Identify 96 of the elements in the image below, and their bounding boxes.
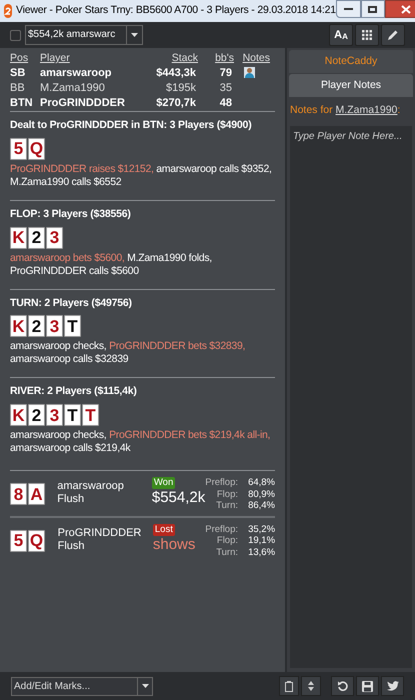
playing-card: K (10, 226, 27, 248)
hand-select[interactable]: $554,2k amarswarc (25, 25, 143, 45)
street-heading: TURN: 2 Players ($49756) (10, 296, 133, 310)
sort-button[interactable] (301, 676, 321, 696)
grid-button[interactable] (355, 24, 379, 46)
checkbox[interactable] (10, 30, 21, 40)
table-cell: M.Zama1990 (40, 82, 105, 94)
table-cell: BTN (10, 97, 33, 109)
playing-card: 2 (28, 315, 45, 338)
column-header[interactable]: Pos (10, 52, 28, 64)
refresh-button[interactable] (331, 676, 354, 696)
playing-card: Q (28, 530, 45, 552)
street-heading: FLOP: 3 Players ($38556) (10, 206, 132, 222)
notes-label: Notes for (290, 104, 333, 116)
playing-card: T (82, 404, 99, 426)
playing-card: Q (28, 138, 45, 160)
result-badge: Won (152, 477, 176, 489)
table-cell: $443,3k (156, 67, 196, 79)
amount: $554,2k (152, 489, 206, 507)
close-button[interactable] (384, 0, 415, 18)
table-cell: 48 (220, 97, 232, 109)
app-logo-icon (4, 4, 12, 18)
column-header[interactable]: Stack (172, 52, 198, 64)
pencil-button[interactable] (381, 24, 405, 46)
table-cell: $270,7k (156, 97, 196, 109)
panel-tab[interactable]: NoteCaddy (289, 50, 413, 73)
playing-card: K (10, 315, 27, 338)
save-icon (362, 680, 373, 692)
column-header[interactable]: Notes (242, 52, 270, 64)
amount: shows (152, 536, 196, 554)
action-text: amarswaroop bets $5600, M.Zama1990 folds, ProGRINDDDER calls $5600 (10, 252, 213, 278)
street-heading: RIVER: 2 Players ($115,4k) (10, 384, 138, 400)
playing-card: 5 (10, 530, 27, 552)
playing-card: 2 (28, 404, 45, 426)
column-header[interactable]: bb's (215, 52, 234, 64)
hand-name: Flush (57, 493, 86, 506)
equity-value: 86,4% (247, 500, 275, 512)
playing-card: A (28, 483, 45, 505)
up-down-arrows-icon (308, 681, 314, 691)
column-header[interactable]: Player (40, 52, 70, 64)
equity-value: 80,9% (247, 488, 275, 500)
panel-tab[interactable]: Player Notes (289, 74, 413, 97)
action-text: amarswaroop checks, ProGRINDDDER bets $32839, amarswaroop calls $32839 (10, 340, 246, 366)
street-label: Turn: (215, 546, 240, 558)
playing-card: 3 (46, 404, 63, 426)
grid-icon (362, 30, 372, 40)
playing-card: 8 (10, 483, 27, 505)
bird-icon (386, 681, 398, 691)
close-icon (400, 4, 411, 14)
pencil-icon (387, 29, 399, 41)
table-cell: ProGRINDDDER (40, 97, 125, 109)
table-cell: 35 (220, 82, 232, 94)
table-cell: amarswaroop (40, 67, 112, 79)
window-title: Viewer - Poker Stars Trny: BB5600 A700 - 3 Players - 29.03.2018 14:21 (16, 3, 336, 18)
action-text: amarswaroop checks, ProGRINDDDER bets $219,4k all-in, amarswaroop calls $219,4k (10, 429, 272, 455)
playing-card: 5 (10, 138, 27, 160)
equity-value: 13,6% (247, 546, 276, 558)
street-label: Preflop: (205, 524, 240, 535)
note-field[interactable]: Type Player Note Here... (290, 126, 412, 668)
equity-value: 64,8% (247, 477, 275, 488)
caret-icon (131, 33, 138, 37)
save-button[interactable] (356, 676, 379, 696)
clipboard-button[interactable] (279, 676, 299, 696)
table-cell: 79 (220, 67, 232, 79)
minimize-button[interactable] (336, 0, 361, 18)
street-label: Flop: (216, 488, 239, 500)
maximize-button[interactable] (360, 0, 385, 18)
playing-card: 3 (46, 226, 63, 248)
result-badge: Lost (152, 524, 175, 536)
bird-button[interactable] (381, 676, 404, 696)
playing-card: 3 (46, 315, 63, 338)
street-label: Turn: (215, 500, 239, 512)
action-text: ProGRINDDDER raises $12152, amarswaroop calls $9352, M.Zama1990 calls $6552 (10, 162, 273, 189)
player-link[interactable]: M.Zama1990 (336, 104, 398, 116)
equity-value: 19,1% (247, 535, 276, 546)
street-label: Preflop: (205, 477, 239, 488)
caret-icon (142, 684, 148, 688)
hand-name: Flush (58, 540, 86, 552)
street-heading: Dealt to ProGRINDDDER in BTN: 3 Players ($4900) (10, 118, 252, 133)
marks-select[interactable]: Add/Edit Marks... (11, 676, 153, 696)
table-cell: $195k (166, 82, 196, 94)
street-label: Flop: (216, 535, 240, 546)
equity-value: 35,2% (247, 524, 276, 535)
clipboard-icon (285, 680, 293, 692)
playing-card: K (10, 404, 27, 426)
table-cell: SB (10, 67, 26, 79)
note-person-icon[interactable] (244, 67, 255, 78)
font-size-button[interactable]: AA (329, 24, 353, 46)
refresh-icon (337, 680, 348, 692)
playing-card: T (64, 315, 81, 338)
player-name: ProGRINDDDER (58, 526, 142, 540)
table-cell: BB (10, 82, 25, 94)
colon: : (397, 104, 400, 116)
player-name: amarswaroop (57, 480, 125, 493)
playing-card: 2 (28, 226, 45, 248)
playing-card: T (64, 404, 81, 426)
